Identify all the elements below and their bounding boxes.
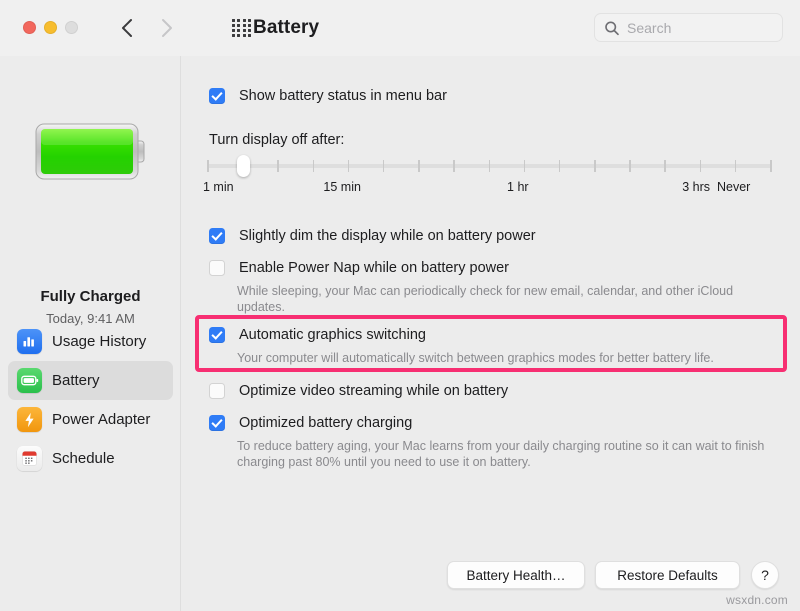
battery-health-button[interactable]: Battery Health…	[447, 561, 585, 589]
navigation-buttons	[118, 13, 176, 43]
calendar-icon	[17, 446, 42, 471]
traffic-light-buttons	[23, 21, 78, 34]
slider-tick	[277, 160, 279, 172]
power-nap-checkbox[interactable]	[209, 260, 225, 276]
slightly-dim-row[interactable]: Slightly dim the display while on batter…	[209, 227, 536, 245]
bolt-icon	[17, 407, 42, 432]
automatic-graphics-switching-row[interactable]: Automatic graphics switching	[209, 326, 426, 344]
slider-tick	[664, 160, 666, 172]
slider-tick-labels: 1 min 15 min 1 hr 3 hrs Never	[181, 180, 772, 198]
slider-tick	[734, 160, 737, 172]
sidebar-item-label: Power Adapter	[52, 411, 151, 428]
sidebar-item-usage-history[interactable]: Usage History	[8, 322, 173, 361]
system-preferences-window: Battery Search Fully Charged Today, 9:41…	[0, 0, 800, 611]
slider-tick	[453, 160, 455, 172]
forward-chevron-icon[interactable]	[158, 13, 176, 43]
show-battery-status-checkbox[interactable]	[209, 88, 225, 104]
slider-tick	[629, 160, 631, 172]
search-icon	[604, 20, 620, 42]
slightly-dim-checkbox[interactable]	[209, 228, 225, 244]
slider-tick	[699, 160, 702, 172]
sidebar: Fully Charged Today, 9:41 AM Usage Histo…	[0, 56, 181, 611]
optimized-battery-charging-checkbox[interactable]	[209, 415, 225, 431]
display-sleep-slider[interactable]	[207, 155, 772, 177]
slider-tick-label: Never	[717, 180, 751, 194]
slider-tick-label: 1 min	[203, 180, 234, 194]
slider-knob[interactable]	[236, 155, 250, 177]
slider-tick	[418, 160, 420, 172]
slider-tick	[594, 160, 596, 172]
battery-status-title: Fully Charged	[40, 288, 141, 305]
slider-tick	[488, 160, 490, 172]
slider-tick	[207, 160, 209, 172]
automatic-graphics-switching-checkbox[interactable]	[209, 327, 225, 343]
sidebar-item-label: Battery	[52, 372, 100, 389]
sidebar-item-schedule[interactable]: Schedule	[8, 439, 173, 478]
sidebar-item-label: Schedule	[52, 450, 115, 467]
main-pane: Show battery status in menu bar Turn dis…	[181, 56, 800, 611]
show-battery-status-row[interactable]: Show battery status in menu bar	[209, 87, 447, 105]
power-nap-row[interactable]: Enable Power Nap while on battery power	[209, 259, 509, 277]
battery-full-green-icon	[34, 119, 152, 184]
optimized-battery-charging-row[interactable]: Optimized battery charging	[209, 414, 412, 432]
slightly-dim-label: Slightly dim the display while on batter…	[239, 228, 536, 244]
zoom-button[interactable]	[65, 21, 78, 34]
title-bar: Battery Search	[0, 0, 800, 56]
sidebar-item-battery[interactable]: Battery	[8, 361, 173, 400]
slider-tick	[347, 160, 350, 172]
slider-tick	[558, 160, 561, 172]
sidebar-list: Usage History Battery Power Adapter Sche…	[0, 322, 181, 478]
optimized-battery-charging-label: Optimized battery charging	[239, 415, 413, 431]
battery-icon	[17, 368, 42, 393]
automatic-graphics-switching-label: Automatic graphics switching	[239, 327, 426, 343]
optimize-video-streaming-row[interactable]: Optimize video streaming while on batter…	[209, 382, 508, 400]
restore-defaults-button[interactable]: Restore Defaults	[595, 561, 740, 589]
optimize-video-streaming-checkbox[interactable]	[209, 383, 225, 399]
slider-tick	[770, 160, 772, 172]
slider-tick-label: 3 hrs	[682, 180, 710, 194]
power-nap-label: Enable Power Nap while on battery power	[239, 260, 510, 276]
show-battery-status-label: Show battery status in menu bar	[239, 88, 447, 104]
watermark: wsxdn.com	[726, 593, 788, 607]
close-button[interactable]	[23, 21, 36, 34]
sidebar-item-power-adapter[interactable]: Power Adapter	[8, 400, 173, 439]
slider-tick-label: 15 min	[323, 180, 361, 194]
bar-chart-icon	[17, 329, 42, 354]
optimized-battery-charging-description: To reduce battery aging, your Mac learns…	[237, 439, 765, 469]
power-nap-description: While sleeping, your Mac can periodicall…	[237, 284, 734, 314]
show-all-grid-icon[interactable]	[232, 19, 251, 37]
turn-display-off-label: Turn display off after:	[209, 132, 345, 148]
slider-tick	[382, 160, 385, 172]
optimize-video-streaming-label: Optimize video streaming while on batter…	[239, 383, 509, 399]
sidebar-item-label: Usage History	[52, 333, 147, 350]
slider-tick	[312, 160, 315, 172]
search-field[interactable]: Search	[594, 13, 783, 42]
help-button[interactable]: ?	[751, 561, 779, 589]
search-placeholder: Search	[627, 20, 672, 36]
automatic-graphics-switching-description: Your computer will automatically switch …	[237, 351, 714, 365]
back-chevron-icon[interactable]	[118, 13, 136, 43]
page-title: Battery	[253, 17, 320, 38]
minimize-button[interactable]	[44, 21, 57, 34]
slider-tick-label: 1 hr	[507, 180, 529, 194]
slider-tick	[523, 160, 526, 172]
